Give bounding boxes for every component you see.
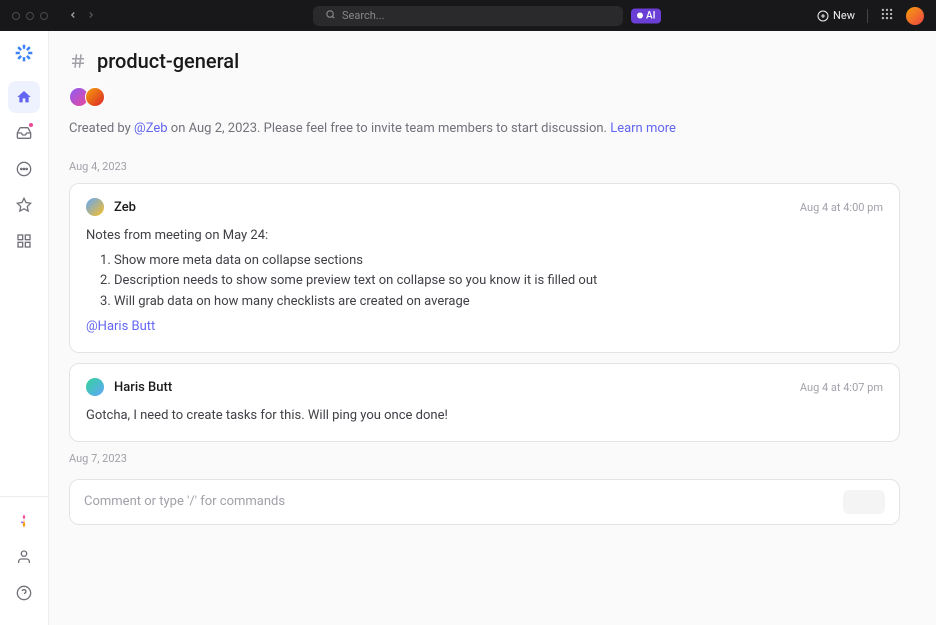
member-avatar [85, 87, 105, 107]
message-text: Gotcha, I need to create tasks for this.… [86, 406, 883, 427]
author-avatar[interactable] [86, 198, 104, 216]
created-suffix: on Aug 2, 2023. Please feel free to invi… [168, 121, 611, 136]
creator-mention[interactable]: @Zeb [134, 121, 168, 136]
sidebar-item-dashboards[interactable] [8, 225, 40, 257]
user-mention[interactable]: @Haris Butt [86, 319, 155, 334]
created-prefix: Created by [69, 121, 134, 136]
message-list: Show more meta data on collapse sections… [86, 251, 883, 312]
close-window-icon[interactable] [12, 12, 20, 20]
list-item: Will grab data on how many checklists ar… [114, 292, 883, 312]
nav-arrows [68, 9, 96, 23]
message-author: Haris Butt [114, 380, 172, 395]
list-item: Show more meta data on collapse sections [114, 251, 883, 271]
sidebar-item-help[interactable] [8, 577, 40, 609]
message-card: Zeb Aug 4 at 4:00 pm Notes from meeting … [69, 183, 900, 353]
hash-icon [69, 52, 87, 70]
channel-description: Created by @Zeb on Aug 2, 2023. Please f… [69, 121, 900, 136]
sidebar-item-upgrade[interactable] [8, 505, 40, 537]
sidebar-item-favorites[interactable] [8, 189, 40, 221]
search-placeholder: Search... [342, 9, 385, 22]
author-avatar[interactable] [86, 378, 104, 396]
user-avatar[interactable] [906, 7, 924, 25]
new-label: New [833, 9, 855, 22]
header-right: New [817, 7, 924, 25]
notification-dot-icon [28, 122, 34, 128]
sidebar [0, 31, 49, 625]
apps-grid-icon[interactable] [880, 7, 894, 25]
message-text: Notes from meeting on May 24: [86, 226, 883, 247]
learn-more-link[interactable]: Learn more [610, 121, 676, 136]
search-input[interactable]: Search... [313, 6, 623, 26]
member-avatars[interactable] [69, 87, 900, 107]
message-card: Haris Butt Aug 4 at 4:07 pm Gotcha, I ne… [69, 363, 900, 442]
compose-placeholder: Comment or type '/' for commands [84, 494, 843, 509]
date-separator: Aug 4, 2023 [69, 160, 900, 173]
message-author: Zeb [114, 200, 136, 215]
search-icon [325, 9, 336, 23]
list-item: Description needs to show some preview t… [114, 271, 883, 291]
sidebar-item-people[interactable] [8, 541, 40, 573]
date-separator: Aug 7, 2023 [69, 452, 900, 465]
sidebar-item-inbox[interactable] [8, 117, 40, 149]
sidebar-item-home[interactable] [8, 81, 40, 113]
app-logo-icon[interactable] [14, 43, 34, 63]
divider [867, 9, 868, 23]
nav-forward-icon[interactable] [86, 9, 96, 23]
compose-input[interactable]: Comment or type '/' for commands [69, 479, 900, 525]
ai-label: AI [646, 10, 655, 21]
message-time: Aug 4 at 4:00 pm [800, 201, 883, 214]
ai-dot-icon [637, 13, 643, 19]
send-button[interactable] [843, 490, 885, 514]
nav-back-icon[interactable] [68, 9, 78, 23]
title-bar: Search... AI New [0, 0, 936, 31]
channel-title: product-general [97, 49, 239, 73]
content-area: product-general Created by @Zeb on Aug 2… [49, 31, 936, 625]
minimize-window-icon[interactable] [26, 12, 34, 20]
new-button[interactable]: New [817, 9, 855, 22]
ai-button[interactable]: AI [631, 8, 661, 23]
channel-header: product-general [69, 49, 900, 73]
sidebar-item-more[interactable] [8, 153, 40, 185]
window-controls [12, 12, 48, 20]
message-time: Aug 4 at 4:07 pm [800, 381, 883, 394]
maximize-window-icon[interactable] [40, 12, 48, 20]
